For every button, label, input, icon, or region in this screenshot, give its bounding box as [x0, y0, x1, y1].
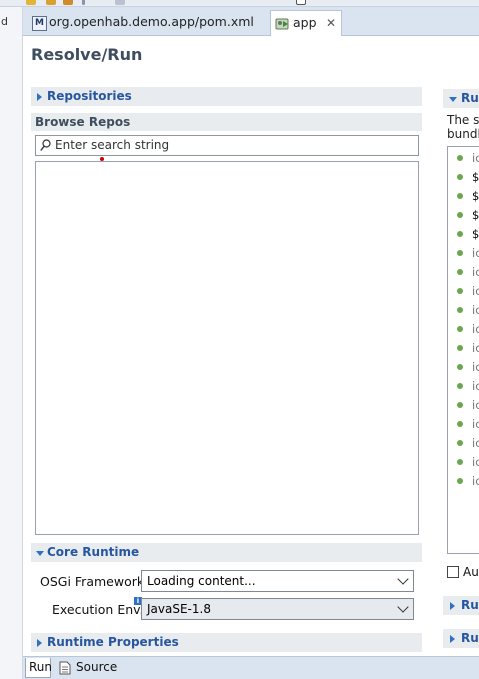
- chevron-right-icon: [37, 93, 42, 101]
- description-line-1: The sp: [447, 113, 479, 127]
- tab-pom-xml-label: org.openhab.demo.app/pom.xml: [49, 14, 254, 29]
- search-input[interactable]: Enter search string: [35, 135, 419, 156]
- description-line-2: bundl: [447, 127, 479, 141]
- toolbar: [0, 0, 479, 7]
- bundle-status-icon: [457, 326, 463, 332]
- source-file-icon: [59, 661, 71, 675]
- run-section-2-label: Ru: [461, 598, 479, 612]
- toolbar-folder-icon[interactable]: [26, 0, 36, 5]
- run-requirement-label: $: [472, 208, 479, 222]
- bundle-status-icon: [457, 155, 463, 161]
- search-placeholder: Enter search string: [55, 138, 170, 152]
- run-requirement-label: ic: [472, 398, 479, 412]
- execution-env-select[interactable]: JavaSE-1.8: [141, 598, 414, 620]
- repository-list[interactable]: [35, 161, 419, 535]
- bundle-status-icon: [457, 440, 463, 446]
- search-icon: [40, 139, 51, 151]
- run-requirements-label: Run: [461, 91, 479, 105]
- chevron-down-icon: [449, 97, 457, 102]
- bundle-status-icon: [457, 459, 463, 465]
- run-section-3-header[interactable]: Ru: [443, 629, 479, 648]
- tab-app[interactable]: app ✕: [270, 10, 342, 36]
- bundle-status-icon: [457, 250, 463, 256]
- left-strip-label: d: [1, 15, 8, 28]
- bundle-status-icon: [457, 288, 463, 294]
- run-requirement-label: ic: [472, 474, 479, 488]
- run-requirement-label: ic: [472, 151, 479, 165]
- runtime-properties-section-header[interactable]: Runtime Properties: [31, 633, 422, 652]
- bundle-status-icon: [457, 421, 463, 427]
- auto-resolve-label: Au: [463, 565, 479, 579]
- chevron-down-icon: [397, 601, 409, 613]
- chevron-right-icon: [37, 639, 42, 647]
- run-requirement-label: ic: [472, 265, 479, 279]
- left-view-strip: d: [0, 7, 23, 679]
- bndrun-icon: [275, 18, 289, 30]
- osgi-framework-select[interactable]: Loading content...: [141, 570, 414, 592]
- run-section-2-header[interactable]: Ru: [443, 596, 479, 615]
- runtime-properties-label: Runtime Properties: [47, 635, 179, 649]
- bundle-status-icon: [457, 402, 463, 408]
- page-title: Resolve/Run: [31, 45, 143, 64]
- chevron-right-icon: [450, 602, 455, 610]
- toolbar-open-icon[interactable]: [46, 0, 56, 5]
- tab-run-label: Run: [29, 660, 53, 674]
- bundle-status-icon: [457, 174, 463, 180]
- run-section-3-label: Ru: [461, 631, 479, 645]
- toolbar-window-icon[interactable]: [296, 0, 306, 5]
- bundle-status-icon: [457, 345, 463, 351]
- run-requirement-label: $: [472, 227, 479, 241]
- run-requirement-label: ic: [472, 360, 479, 374]
- bundle-status-icon: [457, 307, 463, 313]
- run-requirements-description: The sp bundl: [447, 113, 479, 141]
- run-requirement-label: $: [472, 189, 479, 203]
- close-icon[interactable]: ✕: [326, 11, 336, 35]
- bundle-status-icon: [457, 478, 463, 484]
- chevron-right-icon: [450, 635, 455, 643]
- repositories-section-header[interactable]: Repositories: [31, 87, 422, 106]
- run-requirement-label: $: [472, 170, 479, 184]
- run-requirement-label: ic: [472, 246, 479, 260]
- bundle-status-icon: [457, 364, 463, 370]
- run-requirement-label: ic: [472, 322, 479, 336]
- core-runtime-section-header[interactable]: Core Runtime: [31, 543, 422, 562]
- toolbar-separator: [82, 0, 85, 5]
- tab-pom-xml[interactable]: M org.openhab.demo.app/pom.xml: [27, 10, 254, 36]
- run-requirements-header[interactable]: Run: [443, 89, 479, 108]
- maven-file-icon: M: [32, 16, 47, 31]
- chevron-down-icon: [397, 573, 409, 585]
- run-requirement-label: ic: [472, 303, 479, 317]
- browse-repos-label: Browse Repos: [35, 115, 131, 129]
- tab-source-label: Source: [76, 660, 118, 674]
- editor-page-tabs: Run Source: [23, 656, 479, 679]
- browse-repos-header: Browse Repos: [31, 113, 422, 131]
- bundle-status-icon: [457, 269, 463, 275]
- chevron-down-icon: [36, 551, 44, 556]
- toolbar-package-icon[interactable]: [63, 0, 73, 5]
- toolbar-file-icon[interactable]: [115, 0, 125, 5]
- osgi-framework-value: Loading content...: [147, 574, 256, 588]
- bundle-status-icon: [457, 383, 463, 389]
- editor-tab-bar: M org.openhab.demo.app/pom.xml app ✕: [23, 7, 479, 36]
- run-requirements-list[interactable]: ic $ $ $ $ ic ic ic ic ic ic ic ic ic ic ic ic ic: [447, 146, 479, 554]
- bundle-status-icon: [457, 212, 463, 218]
- auto-resolve-checkbox[interactable]: [447, 566, 459, 578]
- osgi-framework-label: OSGi Framework:: [40, 574, 149, 589]
- run-requirement-label: ic: [472, 436, 479, 450]
- run-requirement-label: ic: [472, 455, 479, 469]
- tab-app-label: app: [293, 15, 317, 30]
- run-requirement-label: ic: [472, 379, 479, 393]
- run-requirement-label: ic: [472, 284, 479, 298]
- run-requirement-label: ic: [472, 341, 479, 355]
- repositories-label: Repositories: [47, 89, 132, 103]
- tab-run[interactable]: Run: [25, 658, 53, 678]
- tab-source[interactable]: Source: [56, 658, 118, 678]
- execution-env-value: JavaSE-1.8: [147, 602, 211, 616]
- core-runtime-label: Core Runtime: [47, 545, 140, 559]
- run-requirement-label: ic: [472, 417, 479, 431]
- bundle-status-icon: [457, 193, 463, 199]
- bundle-status-icon: [457, 231, 463, 237]
